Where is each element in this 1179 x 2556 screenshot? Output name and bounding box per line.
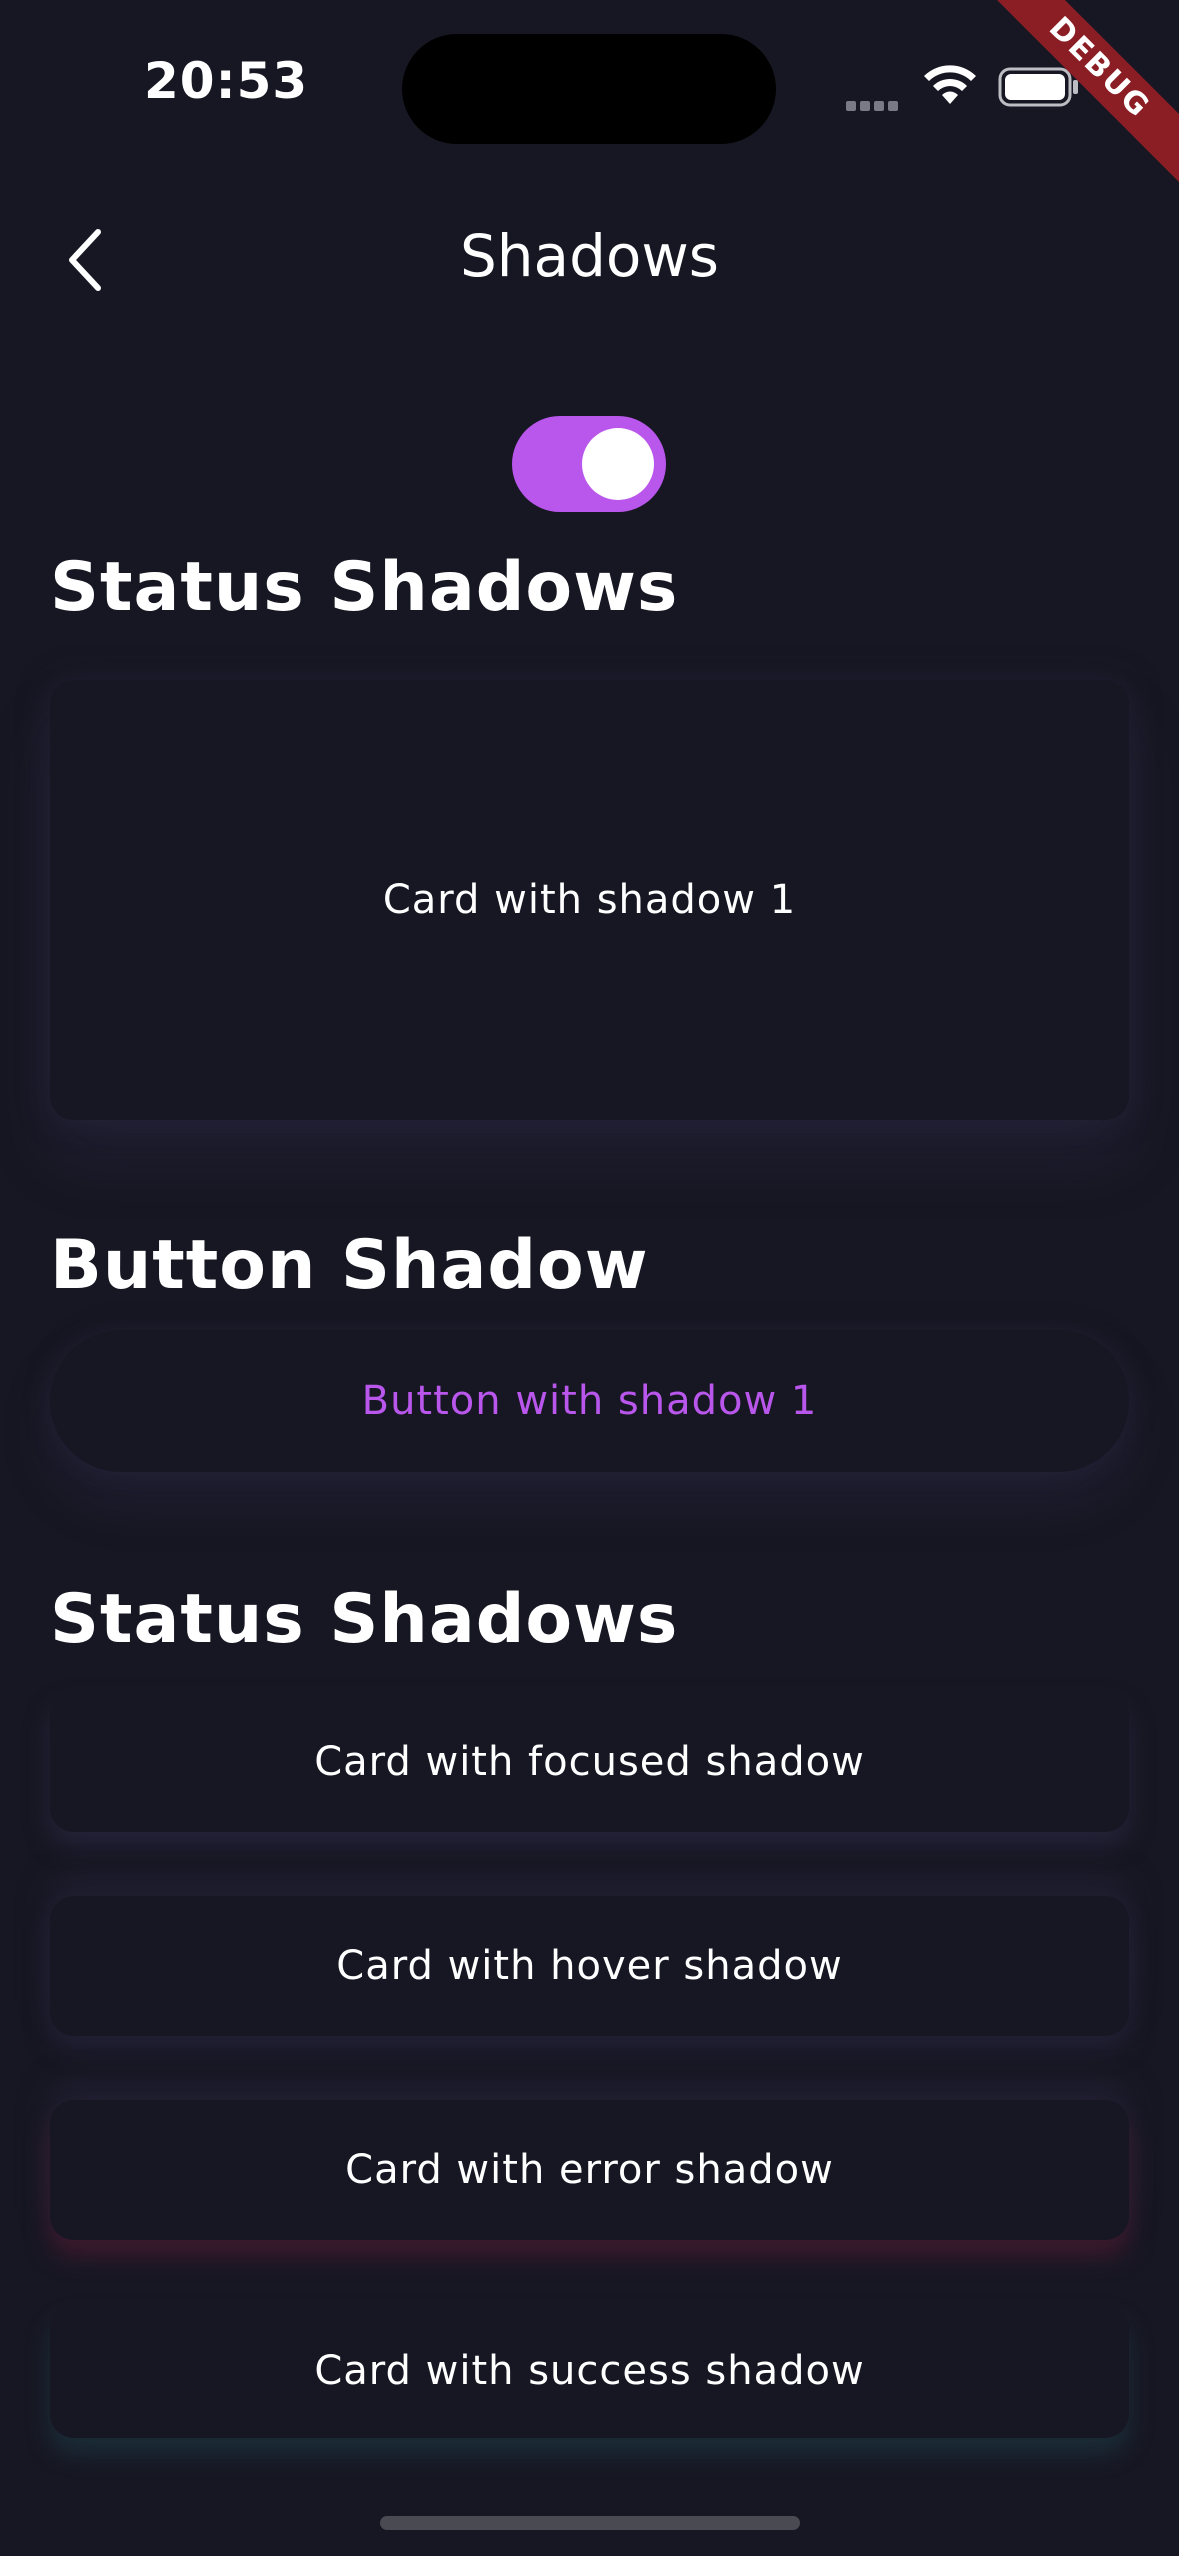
card-label: Card with error shadow bbox=[345, 2147, 834, 2193]
status-time: 20:53 bbox=[144, 52, 309, 110]
card-error-shadow: Card with error shadow bbox=[50, 2100, 1129, 2240]
card-hover-shadow: Card with hover shadow bbox=[50, 1896, 1129, 2036]
button-with-shadow[interactable]: Button with shadow 1 bbox=[50, 1330, 1129, 1472]
home-indicator[interactable] bbox=[380, 2516, 800, 2530]
section-title-status-shadows: Status Shadows bbox=[50, 548, 679, 627]
card-label: Card with focused shadow bbox=[314, 1739, 865, 1785]
card-label: Card with shadow 1 bbox=[382, 877, 797, 923]
card-label: Card with hover shadow bbox=[336, 1943, 843, 1989]
toggle-knob bbox=[582, 428, 654, 500]
theme-toggle[interactable] bbox=[512, 416, 666, 512]
card-label: Card with success shadow bbox=[314, 2348, 865, 2394]
shadows-screen: 20:53 DEBUG Shadows Status Shadows Card … bbox=[0, 0, 1179, 2556]
wifi-icon bbox=[924, 65, 976, 104]
battery-icon bbox=[998, 67, 1078, 107]
card-shadow-1: Card with shadow 1 bbox=[50, 680, 1129, 1120]
button-label: Button with shadow 1 bbox=[361, 1378, 818, 1424]
section-title-status-shadows-2: Status Shadows bbox=[50, 1580, 679, 1659]
card-success-shadow: Card with success shadow bbox=[50, 2304, 1129, 2438]
card-focused-shadow: Card with focused shadow bbox=[50, 1692, 1129, 1832]
page-title: Shadows bbox=[459, 222, 720, 290]
cellular-signal-icon bbox=[846, 96, 904, 111]
section-title-button-shadow: Button Shadow bbox=[50, 1226, 649, 1305]
dynamic-island bbox=[402, 34, 776, 144]
